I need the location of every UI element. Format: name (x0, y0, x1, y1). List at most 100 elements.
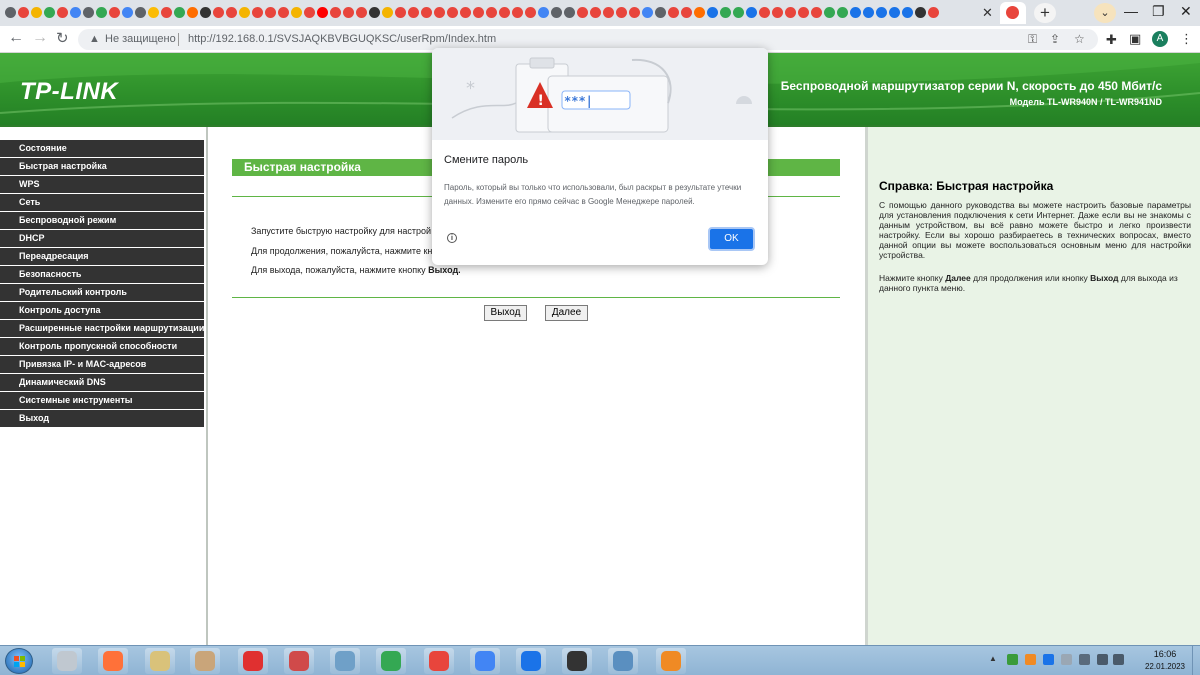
tab-favicon-icon[interactable] (824, 7, 835, 18)
tab-favicon-icon[interactable] (434, 7, 445, 18)
taskbar-app-button[interactable] (656, 648, 686, 674)
tab-favicon-icon[interactable] (902, 7, 913, 18)
warning-icon[interactable]: ▲ (89, 29, 100, 50)
tab-favicon-icon[interactable] (343, 7, 354, 18)
tab-favicon-icon[interactable] (876, 7, 887, 18)
taskbar-app-button[interactable] (190, 648, 220, 674)
tab-favicon-icon[interactable] (577, 7, 588, 18)
tab-favicon-icon[interactable] (655, 7, 666, 18)
tab-search-button[interactable]: ⌄ (1094, 3, 1116, 23)
start-button[interactable] (5, 648, 33, 674)
new-tab-button[interactable]: + (1034, 3, 1056, 23)
sidebar-item-logout[interactable]: Выход (0, 410, 204, 427)
tab-favicon-icon[interactable] (213, 7, 224, 18)
tab-favicon-icon[interactable] (772, 7, 783, 18)
forward-icon[interactable]: → (32, 29, 48, 47)
tab-favicon-icon[interactable] (759, 7, 770, 18)
exit-button[interactable]: Выход (484, 305, 527, 321)
tab-favicon-icon[interactable] (239, 7, 250, 18)
close-tab-icon[interactable]: ✕ (982, 5, 993, 21)
taskbar-app-button[interactable] (284, 648, 314, 674)
sidebar-item-dhcp[interactable]: DHCP (0, 230, 204, 247)
sidebar-item-security[interactable]: Безопасность (0, 266, 204, 283)
taskbar-app-button[interactable] (516, 648, 546, 674)
tab-favicon-icon[interactable] (889, 7, 900, 18)
tab-favicon-icon[interactable] (109, 7, 120, 18)
back-icon[interactable]: ← (8, 29, 24, 47)
tab-favicon-icon[interactable] (720, 7, 731, 18)
sidebar-item-bandwidth-control[interactable]: Контроль пропускной способности (0, 338, 204, 355)
taskbar-app-button[interactable] (98, 648, 128, 674)
sidebar-item-ddns[interactable]: Динамический DNS (0, 374, 204, 391)
sidebar-item-system-tools[interactable]: Системные инструменты (0, 392, 204, 409)
tab-favicon-icon[interactable] (447, 7, 458, 18)
network-icon[interactable] (1079, 654, 1090, 665)
address-bar[interactable]: ▲ Не защищено http://192.168.0.1/SVSJAQK… (78, 29, 1098, 50)
tab-favicon-icon[interactable] (733, 7, 744, 18)
menu-icon[interactable]: ⋮ (1180, 31, 1193, 47)
tab-favicon-icon[interactable] (785, 7, 796, 18)
tab-favicon-icon[interactable] (122, 7, 133, 18)
taskbar-app-button[interactable] (376, 648, 406, 674)
sidebar-item-forwarding[interactable]: Переадресация (0, 248, 204, 265)
profile-avatar[interactable]: A (1152, 31, 1168, 47)
tab-favicon-icon[interactable] (928, 7, 939, 18)
tab-favicon-icon[interactable] (200, 7, 211, 18)
clock-date[interactable]: 22.01.2023 (1140, 662, 1190, 671)
sidebar-item-advanced-routing[interactable]: Расширенные настройки маршрутизации (0, 320, 204, 337)
show-desktop-button[interactable] (1192, 646, 1200, 675)
tab-favicon-icon[interactable] (44, 7, 55, 18)
tab-favicon-icon[interactable] (629, 7, 640, 18)
taskbar-app-button[interactable] (145, 648, 175, 674)
tab-favicon-icon[interactable] (512, 7, 523, 18)
sidebar-item-wireless[interactable]: Беспроводной режим (0, 212, 204, 229)
tab-favicon-icon[interactable] (603, 7, 614, 18)
reload-icon[interactable]: ↻ (56, 29, 69, 47)
sidebar-item-quick-setup[interactable]: Быстрая настройка (0, 158, 204, 175)
tab-favicon-icon[interactable] (382, 7, 393, 18)
tab-favicons[interactable] (4, 4, 994, 22)
tab-favicon-icon[interactable] (291, 7, 302, 18)
side-panel-icon[interactable]: ▣ (1129, 31, 1141, 47)
tab-favicon-icon[interactable] (5, 7, 16, 18)
tab-favicon-icon[interactable] (668, 7, 679, 18)
tab-favicon-icon[interactable] (278, 7, 289, 18)
tray-icon-3[interactable] (1043, 654, 1054, 665)
tab-favicon-icon[interactable] (460, 7, 471, 18)
tab-favicon-icon[interactable] (694, 7, 705, 18)
tab-favicon-icon[interactable] (850, 7, 861, 18)
taskbar-app-button[interactable] (562, 648, 592, 674)
tab-favicon-icon[interactable] (187, 7, 198, 18)
tab-favicon-icon[interactable] (538, 7, 549, 18)
tab-favicon-icon[interactable] (564, 7, 575, 18)
sidebar-item-network[interactable]: Сеть (0, 194, 204, 211)
tab-favicon-icon[interactable] (551, 7, 562, 18)
tab-favicon-icon[interactable] (525, 7, 536, 18)
minimize-button[interactable]: — (1124, 3, 1138, 19)
tray-icon-2[interactable] (1025, 654, 1036, 665)
tab-favicon-icon[interactable] (681, 7, 692, 18)
tab-favicon-icon[interactable] (408, 7, 419, 18)
sidebar-item-status[interactable]: Состояние (0, 140, 204, 157)
taskbar-app-button[interactable] (330, 648, 360, 674)
tab-favicon-icon[interactable] (148, 7, 159, 18)
tray-icon-4[interactable] (1061, 654, 1072, 665)
tab-favicon-icon[interactable] (18, 7, 29, 18)
tab-favicon-icon[interactable] (174, 7, 185, 18)
tab-favicon-icon[interactable] (83, 7, 94, 18)
next-button[interactable]: Далее (545, 305, 588, 321)
sidebar-item-access-control[interactable]: Контроль доступа (0, 302, 204, 319)
tab-favicon-icon[interactable] (616, 7, 627, 18)
tab-favicon-icon[interactable] (330, 7, 341, 18)
sidebar-item-wps[interactable]: WPS (0, 176, 204, 193)
tab-favicon-icon[interactable] (70, 7, 81, 18)
tab-favicon-icon[interactable] (369, 7, 380, 18)
tab-favicon-icon[interactable] (473, 7, 484, 18)
maximize-button[interactable]: ❐ (1152, 3, 1165, 20)
tab-favicon-icon[interactable] (707, 7, 718, 18)
tab-favicon-icon[interactable] (590, 7, 601, 18)
tab-favicon-icon[interactable] (837, 7, 848, 18)
tab-favicon-icon[interactable] (161, 7, 172, 18)
clock-time[interactable]: 16:06 (1145, 649, 1185, 659)
share-icon[interactable]: ⇪ (1050, 29, 1060, 50)
